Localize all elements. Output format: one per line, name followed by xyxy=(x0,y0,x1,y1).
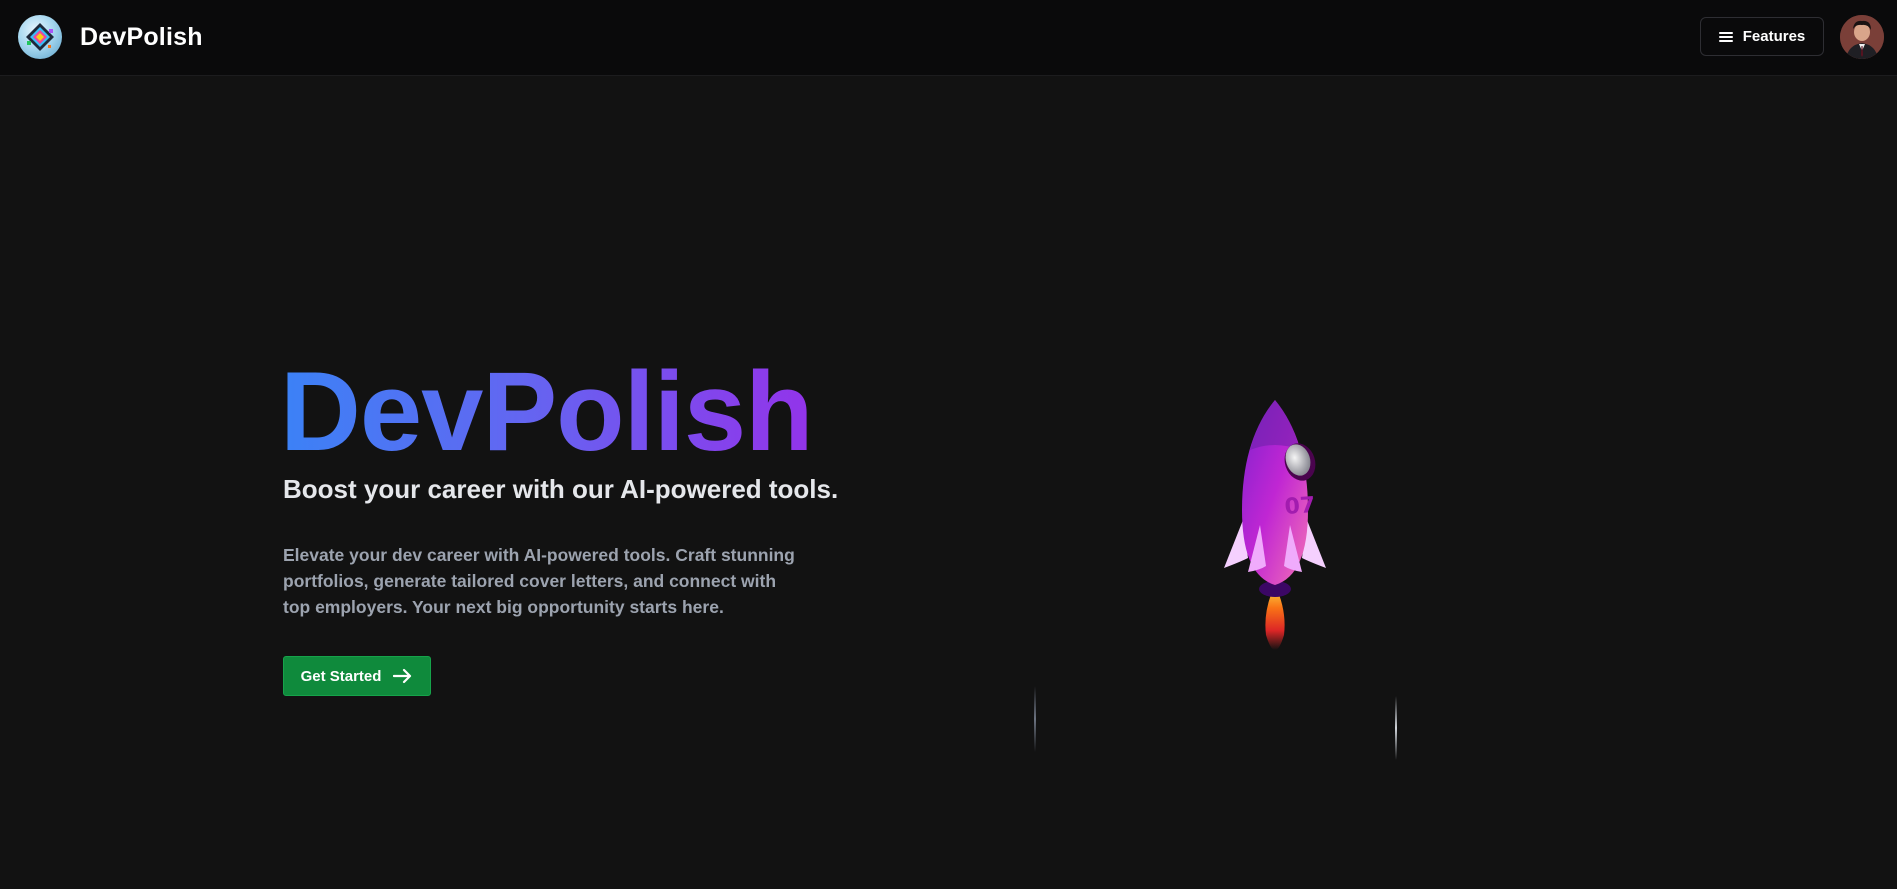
brand-link[interactable]: DevPolish xyxy=(18,15,203,59)
hero-description: Elevate your dev career with AI-powered … xyxy=(283,545,795,617)
features-menu-button[interactable]: Features xyxy=(1700,17,1824,56)
menu-icon xyxy=(1718,31,1733,43)
top-navbar: DevPolish Features xyxy=(0,0,1897,76)
hero-subtitle: Boost your career with our AI-powered to… xyxy=(283,474,839,504)
arrow-right-icon xyxy=(393,668,412,684)
user-avatar[interactable] xyxy=(1840,15,1884,59)
devpolish-logo-icon xyxy=(18,15,62,59)
speed-line-left xyxy=(1034,686,1036,752)
get-started-label: Get Started xyxy=(300,667,382,685)
hero-title: DevPolish xyxy=(280,349,814,474)
brand-name: DevPolish xyxy=(80,22,203,51)
get-started-button[interactable]: Get Started xyxy=(283,656,431,696)
avatar-portrait-icon xyxy=(1840,15,1884,59)
rocket-number: 07 xyxy=(1284,493,1316,520)
speed-line-right xyxy=(1395,696,1397,760)
rocket-illustration: 07 xyxy=(1200,380,1350,685)
features-button-label: Features xyxy=(1742,28,1806,45)
